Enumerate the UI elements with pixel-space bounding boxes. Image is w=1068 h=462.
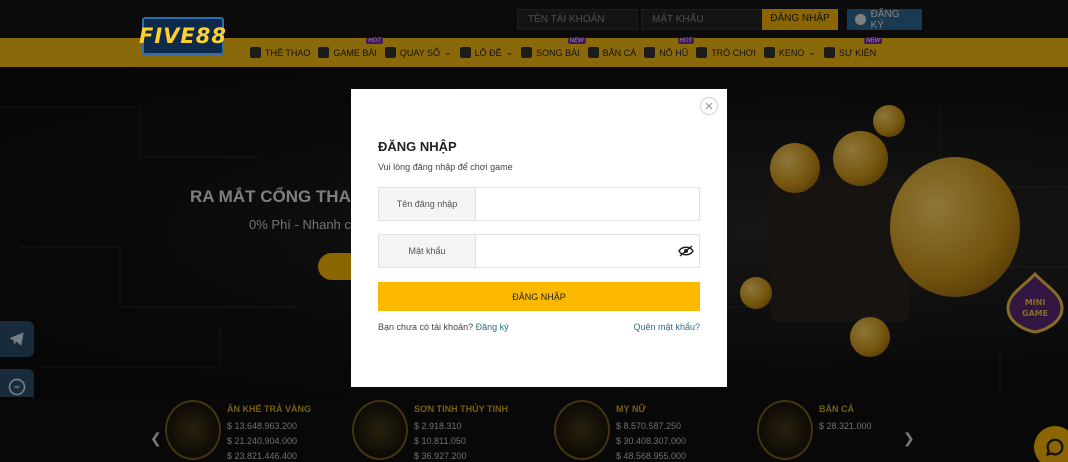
- logo-text: FIVE88: [139, 24, 227, 48]
- register-prompt: Bạn chưa có tài khoản? Đăng ký: [378, 322, 509, 332]
- close-button[interactable]: [700, 97, 718, 115]
- register-link[interactable]: Đăng ký: [476, 322, 509, 332]
- login-modal: ĐĂNG NHẬP Vui lòng đăng nhập để chơi gam…: [351, 89, 727, 387]
- username-label: Tên đăng nhập: [379, 188, 476, 220]
- username-field: Tên đăng nhập: [378, 187, 700, 221]
- login-submit-button[interactable]: ĐĂNG NHẬP: [378, 282, 700, 311]
- modal-title: ĐĂNG NHẬP: [378, 139, 457, 154]
- password-label: Mật khẩu: [379, 235, 476, 267]
- forgot-password-link[interactable]: Quên mật khẩu?: [633, 322, 700, 332]
- site-logo[interactable]: FIVE88: [139, 17, 227, 55]
- toggle-password-visibility[interactable]: [673, 235, 699, 267]
- eye-off-icon: [678, 245, 694, 257]
- password-input[interactable]: [476, 235, 673, 267]
- modal-subtitle: Vui lòng đăng nhập để chơi game: [378, 162, 513, 172]
- close-icon: [705, 102, 713, 110]
- no-account-text: Bạn chưa có tài khoản?: [378, 322, 474, 332]
- username-input[interactable]: [476, 188, 699, 220]
- password-field: Mật khẩu: [378, 234, 700, 268]
